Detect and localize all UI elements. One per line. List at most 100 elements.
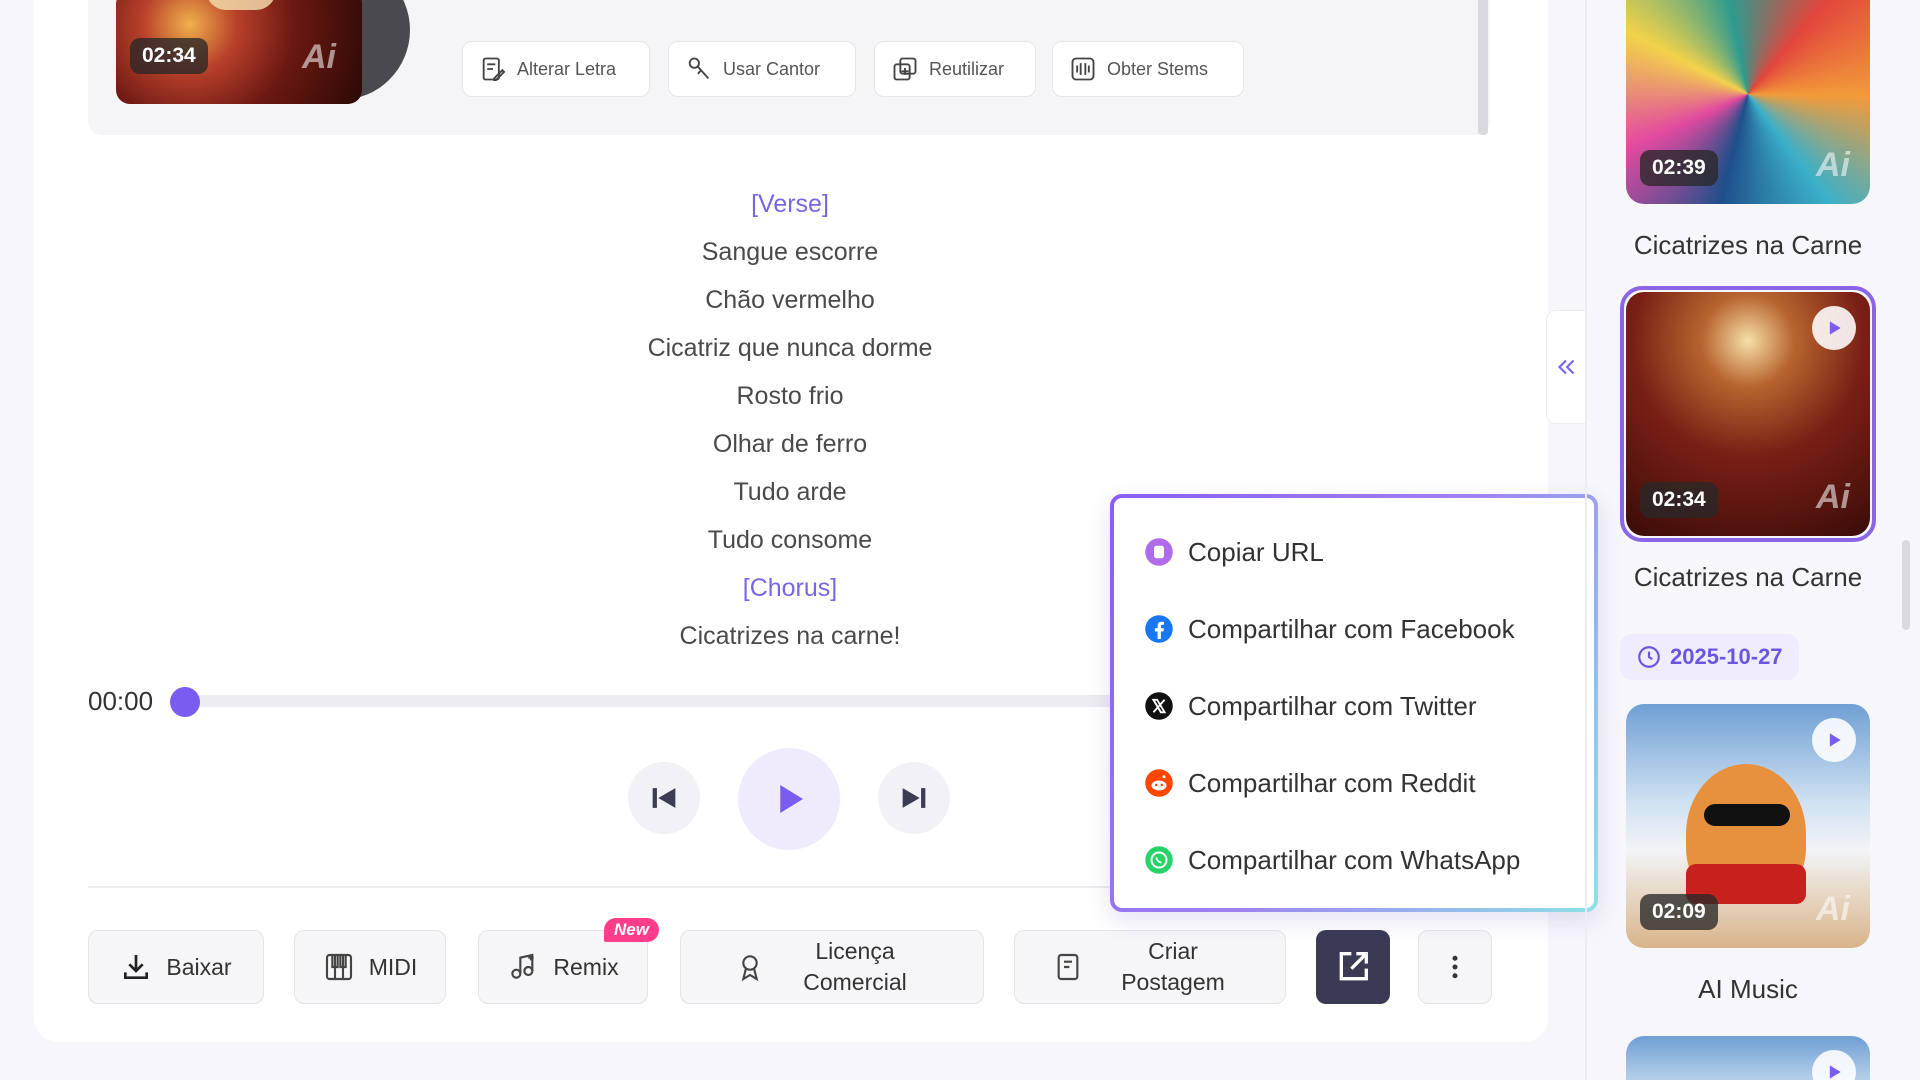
sidebar-song-thumb[interactable] [1626,1036,1870,1080]
stems-icon [1071,57,1095,81]
share-facebook-option[interactable]: Compartilhar com Facebook [1144,607,1515,651]
sidebar-song-thumb[interactable]: 02:09 Ai [1626,704,1870,948]
copy-url-label: Copiar URL [1188,536,1324,567]
download-label: Baixar [166,953,232,980]
progress-knob[interactable] [170,687,200,717]
cover-duration-badge: 02:34 [130,38,208,74]
lyric-line: Rosto frio [736,382,844,410]
midi-label: MIDI [368,953,418,980]
date-label: 2025-10-27 [1670,644,1783,669]
license-line-1: Licença [815,938,895,964]
facebook-icon [1145,615,1173,643]
song-cover[interactable]: 02:34 Ai [116,0,362,104]
sidebar-duration-badge: 02:34 [1640,482,1718,518]
more-options-button[interactable] [1418,930,1492,1004]
create-post-button[interactable]: Criar Postagem [1014,930,1286,1004]
new-badge: New [604,918,659,942]
create-post-label: Criar Postagem [1098,936,1248,998]
whatsapp-icon [1145,846,1173,874]
duplicate-icon [893,57,917,81]
award-icon [741,955,759,982]
download-button[interactable]: Baixar [88,930,264,1004]
remix-label: Remix [553,953,619,980]
reuse-label: Reutilizar [929,58,1005,79]
sidebar-scrollbar[interactable] [1902,540,1910,630]
get-stems-label: Obter Stems [1107,58,1209,79]
sidebar-song-title[interactable]: Cicatrizes na Carne [1600,230,1896,261]
license-line-2: Comercial [803,969,907,995]
share-reddit-label: Compartilhar com Reddit [1188,767,1476,798]
lyric-line: Tudo consome [707,526,873,554]
cover-ai-watermark: Ai [302,38,336,76]
share-whatsapp-label: Compartilhar com WhatsApp [1188,844,1521,875]
next-button[interactable] [878,762,950,834]
clock-icon [1638,646,1660,668]
sidebar-duration-badge: 02:39 [1640,150,1718,186]
share-twitter-label: Compartilhar com Twitter [1188,690,1477,721]
sidebar-ai-watermark: Ai [1816,478,1850,516]
double-chevron-left-icon [1557,359,1575,375]
lyric-line: Olhar de ferro [712,430,868,458]
sidebar-song-thumb[interactable]: 02:39 Ai [1626,0,1870,204]
edit-lyrics-icon [482,57,506,82]
music-note-icon [511,953,535,979]
download-icon [124,955,149,979]
reddit-icon [1145,769,1173,797]
sidebar-duration-badge: 02:09 [1640,894,1718,930]
header-scrollbar[interactable] [1478,0,1488,135]
play-overlay[interactable] [1812,718,1856,762]
play-overlay[interactable] [1812,1050,1856,1080]
copy-link-icon [1145,538,1173,566]
previous-button[interactable] [628,762,700,834]
sidebar-ai-watermark: Ai [1816,146,1850,184]
post-line-1: Criar [1148,938,1198,964]
microphone-icon [688,57,710,79]
play-overlay[interactable] [1812,306,1856,350]
sidebar-ai-watermark: Ai [1816,890,1850,928]
lyric-line: Cicatriz que nunca dorme [647,334,933,362]
play-icon [1829,321,1841,335]
lyric-line: Chão vermelho [705,286,875,314]
sidebar-divider [1585,0,1587,1080]
share-facebook-label: Compartilhar com Facebook [1188,613,1515,644]
get-stems-button[interactable]: Obter Stems [1052,41,1244,97]
skip-back-icon [652,788,676,808]
collapse-sidebar-button[interactable] [1546,310,1586,424]
lyric-section-tag: [Verse] [751,190,829,218]
midi-button[interactable]: MIDI [294,930,446,1004]
sidebar-song-thumb[interactable]: 02:34 Ai [1626,292,1870,536]
sidebar-song-title[interactable]: AI Music [1600,974,1896,1005]
sunglasses [1704,804,1790,826]
current-time: 00:00 [88,686,154,716]
skip-forward-icon [902,788,926,808]
play-icon [1829,1065,1841,1079]
share-reddit-option[interactable]: Compartilhar com Reddit [1144,761,1476,805]
use-singer-label: Usar Cantor [723,58,821,79]
reuse-button[interactable]: Reutilizar [874,41,1036,97]
share-button[interactable] [1316,930,1390,1004]
x-twitter-icon [1145,692,1173,720]
commercial-license-label: Licença Comercial [780,936,930,998]
more-vertical-icon [1452,955,1458,979]
play-button[interactable] [738,748,840,850]
post-line-2: Postagem [1121,969,1225,995]
share-twitter-option[interactable]: Compartilhar com Twitter [1144,684,1477,728]
sidebar-song-title[interactable]: Cicatrizes na Carne [1600,562,1896,593]
share-external-icon [1339,952,1368,981]
lyric-line: Cicatrizes na carne! [679,622,901,650]
share-menu: Copiar URL Compartilhar com Facebook Com… [1110,494,1598,912]
piano-icon [325,953,352,981]
copy-url-option[interactable]: Copiar URL [1144,530,1324,574]
alter-lyrics-label: Alterar Letra [517,58,617,79]
alter-lyrics-button[interactable]: Alterar Letra [462,41,650,97]
use-singer-button[interactable]: Usar Cantor [668,41,856,97]
share-whatsapp-option[interactable]: Compartilhar com WhatsApp [1144,838,1520,882]
cover-chandelier [206,0,276,10]
play-icon [1829,733,1841,747]
lyric-section-tag: [Chorus] [742,574,838,602]
lyric-line: Sangue escorre [701,238,879,266]
app-stage: 02:34 Ai Alterar Letra Usar Cantor Reuti… [0,0,1920,1080]
lyric-line: Tudo arde [733,478,847,506]
commercial-license-button[interactable]: Licença Comercial [680,930,984,1004]
date-chip: 2025-10-27 [1620,634,1799,680]
